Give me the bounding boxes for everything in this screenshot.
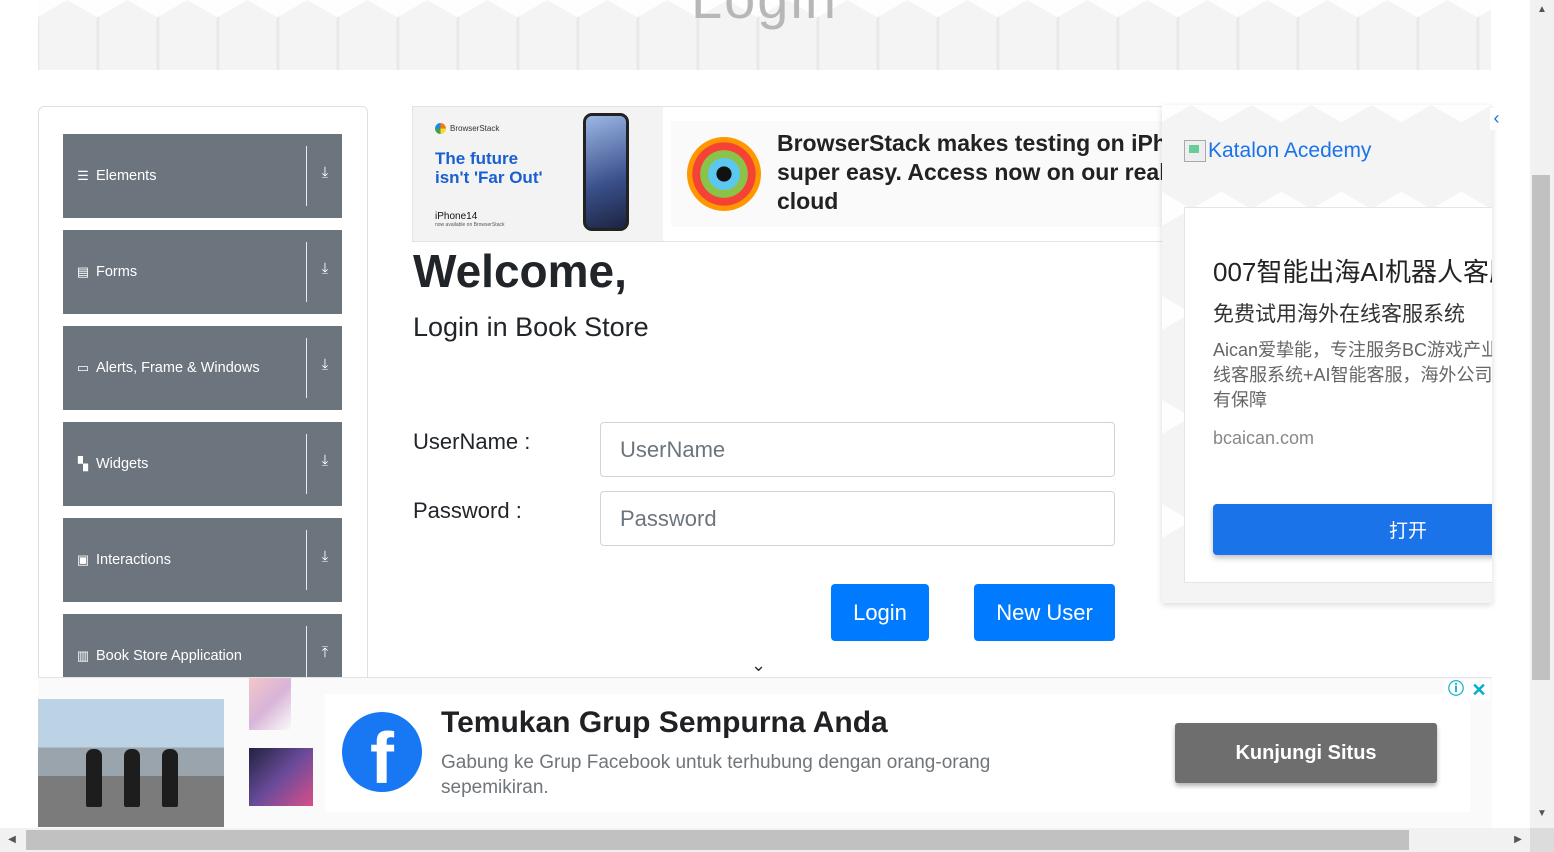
ad-headline: BrowserStack makes testing on iPhone sup…: [777, 129, 1164, 216]
facebook-logo-icon: f: [342, 712, 422, 792]
username-label: UserName :: [413, 429, 531, 454]
browserstack-ad[interactable]: BrowserStack The future isn't 'Far Out' …: [412, 106, 1164, 242]
new-user-button[interactable]: New User: [974, 584, 1115, 641]
page-header-banner: Login: [38, 0, 1491, 70]
device-note: now available on BrowserStack: [435, 222, 505, 228]
hamburger-icon: ☰: [77, 168, 89, 183]
divider: [306, 242, 307, 302]
brand-name: BrowserStack: [450, 124, 500, 133]
ad-card[interactable]: 007智能出海AI机器人客服 免费试用海外在线客服系统 Aican爱挚能，专注服…: [1184, 207, 1492, 583]
katalon-link[interactable]: Katalon Acedemy: [1184, 139, 1371, 163]
dancer-figure: [86, 749, 102, 807]
side-ad[interactable]: Katalon Acedemy 007智能出海AI机器人客服 免费试用海外在线客…: [1162, 105, 1492, 603]
scroll-right-arrow-icon[interactable]: ▶: [1506, 828, 1530, 852]
facebook-ad-content: f Temukan Grup Sempurna Anda Gabung ke G…: [325, 694, 1470, 812]
browserstack-logo-icon: [435, 123, 446, 134]
login-subtitle: Login in Book Store: [413, 312, 649, 342]
ad-tagline: The future isn't 'Far Out': [435, 149, 543, 187]
device-name: iPhone14: [435, 211, 478, 222]
sidebar-group-elements[interactable]: ☰ Elements ⤓: [63, 134, 342, 218]
divider: [306, 530, 307, 590]
ad-tagline-line: isn't 'Far Out': [435, 168, 543, 187]
ad-headline-line: BrowserStack makes testing on iPhone: [777, 130, 1164, 156]
download-arrow-icon[interactable]: ⤓: [317, 356, 333, 373]
divider: [306, 338, 307, 398]
sidebar-group-alerts[interactable]: ▭ Alerts, Frame & Windows ⤓: [63, 326, 342, 410]
bottom-ad[interactable]: f Temukan Grup Sempurna Anda Gabung ke G…: [38, 677, 1492, 828]
browserstack-eye-logo: [687, 137, 761, 211]
scroll-down-arrow-icon[interactable]: ▼: [1530, 804, 1554, 824]
chevron-left-icon[interactable]: ‹: [1490, 108, 1503, 130]
ad-text-panel: BrowserStack makes testing on iPhone sup…: [671, 121, 1163, 227]
scroll-up-arrow-icon[interactable]: ▲: [1530, 0, 1554, 20]
device-label: iPhone14 now available on BrowserStack: [435, 211, 504, 228]
ad-title: Temukan Grup Sempurna Anda: [441, 706, 888, 739]
sidebar-group-interactions[interactable]: ▣ Interactions ⤓: [63, 518, 342, 602]
ad-card-description: Aican爱挚能，专注服务BC游戏产业，在线客服系统+AI智能客服，海外公司安全…: [1213, 340, 1492, 410]
close-icon[interactable]: ✕: [1468, 680, 1490, 700]
sidebar: ☰ Elements ⤓ ▤ Forms ⤓ ▭ Alerts, Frame &…: [38, 106, 368, 708]
grid-icon: ▚: [78, 456, 88, 471]
password-label: Password :: [413, 498, 522, 523]
download-arrow-icon[interactable]: ⤓: [317, 548, 333, 565]
horizontal-scrollbar-thumb[interactable]: [26, 830, 1409, 850]
ad-card-title: 007智能出海AI机器人客服: [1213, 257, 1492, 287]
sidebar-group-widgets[interactable]: ▚ Widgets ⤓: [63, 422, 342, 506]
window-icon: ▭: [76, 360, 90, 375]
password-input[interactable]: [600, 491, 1115, 546]
square-icon: ▣: [76, 552, 90, 567]
download-arrow-icon[interactable]: ⤓: [317, 452, 333, 469]
login-button[interactable]: Login: [831, 584, 929, 641]
horizontal-scrollbar[interactable]: [0, 828, 1530, 852]
download-arrow-icon[interactable]: ⤓: [317, 260, 333, 277]
ad-tagline-line: The future: [435, 149, 519, 168]
sidebar-group-forms[interactable]: ▤ Forms ⤓: [63, 230, 342, 314]
books-icon: ▥: [76, 648, 90, 663]
download-arrow-icon[interactable]: ⤓: [317, 164, 333, 181]
scrollbar-corner: [1530, 828, 1554, 852]
dance-video-thumbnail: [38, 699, 224, 827]
vertical-scrollbar-thumb[interactable]: [1532, 175, 1550, 680]
username-input[interactable]: [600, 422, 1115, 477]
broken-image-icon: [1184, 140, 1206, 162]
phone-image: [583, 113, 629, 231]
ad-card-domain: bcaican.com: [1213, 428, 1315, 448]
vertical-scrollbar[interactable]: [1530, 0, 1554, 828]
dancer-figure: [124, 749, 140, 807]
ad-headline-line: super easy. Access now on our real: [777, 159, 1164, 185]
page-title: Login: [38, 0, 1491, 31]
ad-headline-line: cloud: [777, 188, 839, 214]
ad-image-panel: BrowserStack The future isn't 'Far Out' …: [413, 107, 663, 241]
dancer-figure: [162, 749, 178, 807]
ad-open-button[interactable]: 打开: [1213, 504, 1492, 555]
group-photo-thumbnail: [249, 748, 313, 806]
divider: [306, 434, 307, 494]
browserstack-logo: BrowserStack: [435, 123, 499, 134]
group-photo-thumbnail: [249, 678, 291, 730]
welcome-heading: Welcome,: [413, 245, 627, 297]
katalon-link-text: Katalon Acedemy: [1208, 139, 1372, 162]
upload-arrow-icon[interactable]: ⤒: [317, 644, 333, 661]
list-icon: ▤: [76, 264, 90, 279]
divider: [306, 146, 307, 206]
ad-card-subtitle: 免费试用海外在线客服系统: [1213, 303, 1465, 326]
chevron-down-icon[interactable]: ⌄: [751, 655, 766, 676]
visit-site-button[interactable]: Kunjungi Situs: [1175, 723, 1437, 783]
scroll-left-arrow-icon[interactable]: ◀: [0, 828, 24, 852]
ad-info-icon[interactable]: ⓘ: [1445, 680, 1467, 700]
ad-description: Gabung ke Grup Facebook untuk terhubung …: [441, 752, 991, 798]
